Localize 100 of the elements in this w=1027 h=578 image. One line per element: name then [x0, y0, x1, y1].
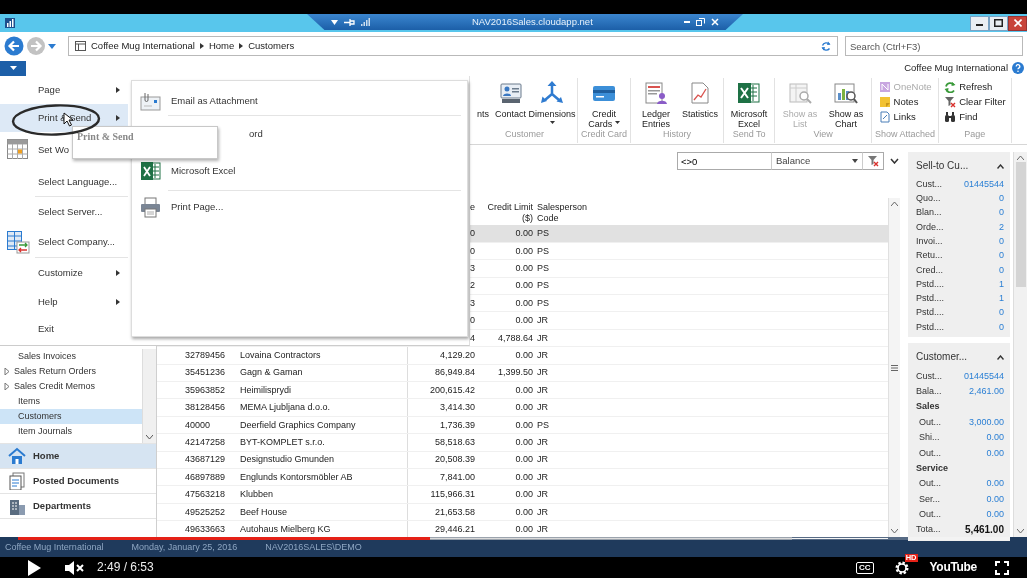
group-label: History [663, 129, 692, 142]
field-value[interactable]: 0.00 [986, 478, 1004, 490]
field-dropdown[interactable]: Balance [772, 152, 863, 170]
scroll-down-button[interactable] [1017, 529, 1024, 533]
field-value[interactable]: 0.00 [986, 493, 1004, 505]
settings-button[interactable] [893, 559, 910, 576]
ribbon-button[interactable]: Credit Cards [582, 78, 627, 130]
breadcrumb-link[interactable]: Customers [248, 40, 295, 52]
breadcrumb-link[interactable]: Home [208, 40, 235, 52]
menu-item[interactable]: Select Language... [0, 168, 128, 196]
table-cell: 3,414.30 [407, 398, 477, 417]
company-name: Coffee Mug International [904, 62, 1008, 74]
ribbon-button[interactable]: Links [876, 111, 934, 123]
minimize-button[interactable] [970, 15, 989, 31]
ribbon-button[interactable]: Dimensions [530, 78, 575, 130]
scroll-up-button[interactable] [891, 202, 898, 206]
address-field[interactable]: Coffee Mug International Home Customers [68, 36, 838, 56]
history-dropdown[interactable] [48, 43, 56, 49]
field-value[interactable]: 01445544 [963, 370, 1004, 382]
ribbon-button[interactable]: Statistics [680, 78, 721, 130]
ribbon-button[interactable]: Ledger Entries [634, 78, 679, 130]
breadcrumb-link[interactable]: Coffee Mug International [91, 40, 195, 52]
menu-item[interactable]: Print Page... [132, 191, 467, 223]
menu-item[interactable]: Select Server... [0, 197, 128, 227]
collapse-button[interactable] [997, 354, 1004, 360]
fullscreen-button[interactable] [995, 560, 1009, 575]
field-value[interactable]: 1 [999, 278, 1004, 290]
close-button[interactable] [1008, 15, 1027, 31]
table-cell: JR [535, 346, 587, 365]
menu-item[interactable]: Help [0, 288, 128, 315]
field-label: Invoi... [916, 235, 943, 247]
contact-card-icon [498, 81, 523, 105]
navigation-button[interactable]: Departments [0, 493, 156, 518]
table-cell: 0.00 [477, 485, 535, 504]
field-value[interactable]: 0 [999, 235, 1004, 247]
menu-item[interactable]: Exit [0, 315, 128, 342]
column-header[interactable]: Salesperson Code [535, 198, 587, 225]
play-button[interactable] [27, 559, 41, 576]
field-value[interactable]: 0 [999, 321, 1004, 333]
table-cell: Heimilisprydi [238, 381, 407, 399]
field-value[interactable]: 3,000.00 [968, 416, 1004, 428]
tree-item[interactable]: Items [0, 394, 142, 409]
refresh-icon [944, 81, 957, 93]
application-menu-button[interactable] [0, 60, 26, 76]
menu-item[interactable]: Email as Attachment [132, 87, 467, 115]
scroll-up-button[interactable] [1017, 156, 1024, 160]
field-value[interactable]: 0 [999, 264, 1004, 276]
field-value[interactable]: 5,461.00 [965, 523, 1004, 536]
back-button[interactable] [4, 36, 24, 56]
field-label: Pstd.... [916, 293, 944, 304]
ribbon-button[interactable]: Microsoft Excel [727, 78, 772, 130]
field-value[interactable]: 0.00 [986, 432, 1004, 443]
field-value[interactable]: 1 [999, 293, 1004, 304]
table-cell: 0.00 [477, 277, 535, 295]
menu-item[interactable]: Select Company... [0, 227, 128, 257]
scroll-down-button[interactable] [146, 435, 153, 439]
clear-filter-button[interactable] [863, 152, 884, 170]
scrollbar-thumb[interactable] [1015, 162, 1026, 287]
navigation-button[interactable]: Home [0, 443, 156, 468]
menu-item[interactable]: Customize [0, 258, 128, 288]
tree-item[interactable]: Sales Credit Memos [0, 379, 142, 394]
field-value[interactable]: 0 [999, 307, 1004, 319]
ribbon-button[interactable]: Refresh [942, 81, 1008, 93]
tooltip-text: Print & Send [77, 131, 134, 142]
column-header[interactable]: Credit Limit ($) [477, 198, 535, 225]
field-value[interactable]: 0 [999, 193, 1004, 204]
logo[interactable]: YouTube [929, 560, 977, 575]
field-value[interactable]: 01445544 [963, 178, 1004, 190]
field-value[interactable]: 0 [999, 207, 1004, 219]
expand-filter-button[interactable] [890, 158, 899, 164]
tree-item[interactable]: Customers [0, 409, 142, 424]
mute-button[interactable] [65, 560, 85, 575]
ribbon-button[interactable]: Contact [493, 78, 529, 130]
ribbon-button[interactable]: Notes [876, 96, 934, 108]
field-value[interactable]: 2,461.00 [968, 385, 1004, 397]
document-person-icon [644, 81, 669, 105]
menu-item[interactable]: ord [132, 116, 467, 152]
filter-field[interactable]: <>0 [677, 152, 772, 170]
ribbon-button[interactable]: Find [942, 111, 1008, 123]
tree-item[interactable]: Item Journals [0, 424, 142, 439]
field-value[interactable]: 0.00 [986, 509, 1004, 520]
collapse-button[interactable] [997, 163, 1004, 169]
tree-item[interactable]: Sales Return Orders [0, 364, 142, 379]
field-value[interactable]: 0.00 [986, 447, 1004, 459]
scroll-down-button[interactable] [891, 529, 898, 533]
navigation-button[interactable]: Posted Documents [0, 468, 156, 493]
field-value[interactable]: 2 [999, 221, 1004, 233]
captions-button[interactable]: CC [856, 561, 874, 574]
field-value[interactable]: 0 [999, 250, 1004, 262]
search-field[interactable]: Search (Ctrl+F3) [845, 36, 1023, 56]
table-cell: PS [535, 416, 587, 434]
progress-bar[interactable] [18, 537, 1010, 540]
ribbon-button[interactable]: nts [475, 78, 491, 130]
maximize-button[interactable] [989, 15, 1008, 31]
menu-item[interactable]: Page [0, 76, 128, 104]
help-button[interactable] [1012, 62, 1024, 74]
ribbon-button[interactable]: Show as Chart [824, 78, 869, 130]
ribbon-button[interactable]: Clear Filter [942, 96, 1008, 108]
table-cell: 86,949.84 [407, 364, 477, 382]
tree-item[interactable]: Sales Invoices [0, 349, 142, 364]
